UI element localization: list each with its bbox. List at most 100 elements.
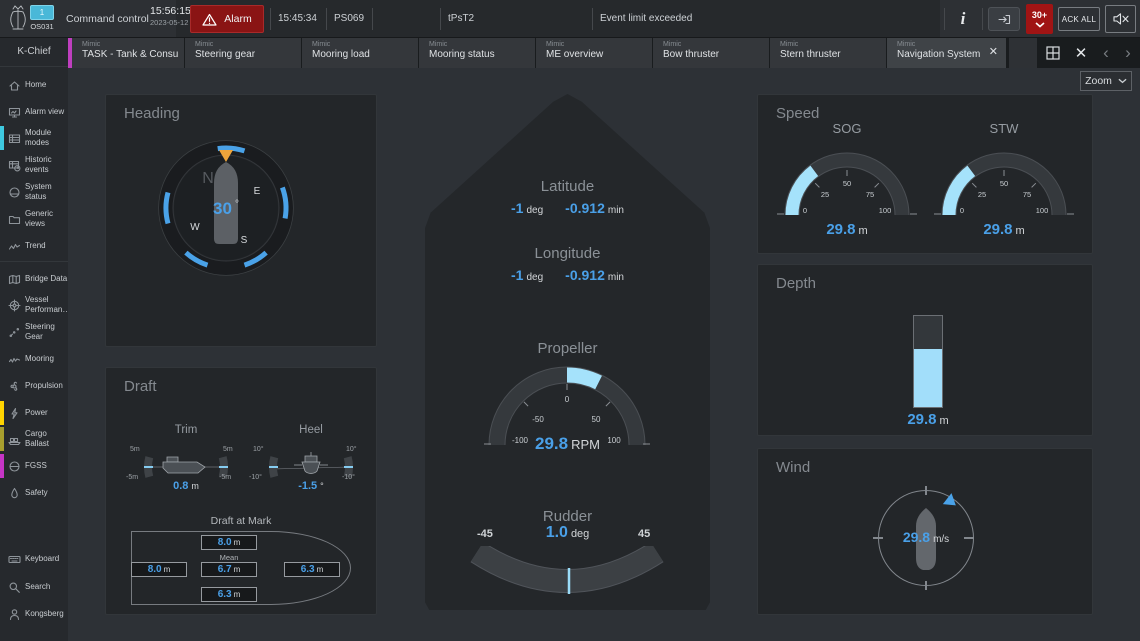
own-ship-panel: Latitude -1deg -0.912min Longitude -1deg…	[425, 94, 710, 610]
active-accent-bar	[0, 454, 4, 478]
rudder-value: 1.0 deg	[425, 524, 710, 542]
svg-text:100: 100	[879, 206, 892, 215]
tabs-next-button[interactable]: ›	[1118, 38, 1138, 68]
table-clock-icon	[8, 159, 21, 172]
unacknowledged-alarms-button[interactable]: 30+	[1026, 4, 1053, 34]
tab-accent-bar	[68, 38, 72, 68]
tab-close-icon[interactable]: ✕	[989, 46, 998, 59]
svg-text:50: 50	[592, 415, 601, 424]
tab-stern-thruster[interactable]: Mimic Stern thruster	[770, 38, 886, 68]
sign-in-button[interactable]	[988, 7, 1020, 31]
svg-text:0: 0	[803, 206, 807, 215]
sidebar-item-bridge-data[interactable]: Bridge Data	[0, 266, 68, 292]
active-accent-bar	[0, 401, 4, 425]
propeller-icon	[8, 380, 21, 393]
sidebar-item-generic-views[interactable]: Generic views	[0, 206, 68, 232]
svg-text:75: 75	[866, 190, 874, 199]
layout-grid-button[interactable]	[1040, 38, 1066, 68]
sidebar-item-alarm-view[interactable]: Alarm view	[0, 99, 68, 125]
sog-gauge: 0 25 50 75 100	[772, 137, 922, 229]
depth-fill	[914, 349, 942, 407]
sidebar-item-trend[interactable]: Trend	[0, 233, 68, 259]
zoom-dropdown[interactable]: Zoom	[1080, 71, 1132, 91]
sidebar-item-kongsberg[interactable]: Kongsberg	[0, 601, 68, 627]
propeller-value: 29.8 RPM	[425, 434, 710, 454]
sidebar-item-cargo-ballast[interactable]: Cargo Ballast	[0, 426, 68, 452]
alarm-time: 15:45:34	[278, 0, 317, 37]
grid-icon	[1046, 46, 1060, 60]
flame-icon	[8, 487, 21, 500]
chevron-down-icon	[1035, 22, 1045, 28]
wind-title: Wind	[776, 459, 810, 476]
sidebar-item-mooring[interactable]: Mooring	[0, 346, 68, 372]
stw-gauge: 0 25 50 75 100	[929, 137, 1079, 229]
sidebar-item-propulsion[interactable]: Propulsion	[0, 373, 68, 399]
svg-text:75: 75	[1023, 190, 1031, 199]
station-id: OS031	[24, 22, 60, 31]
map-icon	[8, 273, 21, 286]
tab-bow-thruster[interactable]: Mimic Bow thruster	[653, 38, 769, 68]
propeller-label: Propeller	[425, 340, 710, 357]
control-mode-label: Command control	[66, 0, 149, 37]
info-button[interactable]: i	[950, 6, 976, 31]
sidebar-item-fgss[interactable]: FGSS	[0, 453, 68, 479]
event-status-text: Event limit exceeded	[600, 0, 692, 37]
tab-navigation-system[interactable]: Mimic Navigation System ✕	[887, 38, 1006, 68]
blank-tab-button[interactable]	[1009, 38, 1037, 68]
table-icon	[8, 132, 21, 145]
alarm-button[interactable]: Alarm	[190, 5, 264, 33]
alarm-triangle-icon	[202, 13, 217, 26]
sidebar-item-search[interactable]: Search	[0, 574, 68, 600]
depth-panel: Depth 29.8 m	[757, 264, 1093, 436]
sidebar-item-home[interactable]: Home	[0, 72, 68, 98]
station-number-badge[interactable]: 1	[30, 5, 54, 20]
draft-mark-top: 8.0m	[201, 535, 257, 550]
heading-value: 30 °	[131, 199, 321, 219]
sidebar-item-steering-gear[interactable]: Steering Gear	[0, 319, 68, 345]
latitude-value: -1deg -0.912min	[425, 200, 710, 216]
speaker-muted-icon	[1112, 12, 1130, 26]
trim-label: Trim	[131, 424, 241, 436]
sidebar-item-module-modes[interactable]: Module modes	[0, 125, 68, 151]
sidebar-item-historic-events[interactable]: Historic events	[0, 152, 68, 178]
ack-all-button[interactable]: ACK ALL	[1058, 7, 1100, 31]
svg-text:50: 50	[843, 179, 851, 188]
sidebar-item-power[interactable]: Power	[0, 400, 68, 426]
lightning-icon	[8, 407, 21, 420]
longitude-label: Longitude	[425, 245, 710, 262]
sidebar-item-safety[interactable]: Safety	[0, 480, 68, 506]
keyboard-icon	[8, 553, 21, 566]
heel-label: Heel	[256, 424, 366, 436]
speed-title: Speed	[776, 105, 819, 122]
sog-label: SOG	[772, 121, 922, 136]
alarm-source: tPsT2	[448, 0, 474, 37]
sidebar-item-keyboard[interactable]: Keyboard	[0, 546, 68, 572]
tab-mooring-load[interactable]: Mimic Mooring load	[302, 38, 418, 68]
mimic-tab-bar: Mimic TASK - Tank & Consumers Mimic Stee…	[0, 38, 1140, 68]
cardinal-e: E	[254, 186, 261, 197]
sign-in-icon	[997, 14, 1011, 25]
mute-button[interactable]	[1105, 5, 1136, 33]
tabs-prev-button[interactable]: ‹	[1096, 38, 1116, 68]
active-accent-bar	[0, 427, 4, 451]
tab-mooring-status[interactable]: Mimic Mooring status	[419, 38, 535, 68]
tab-steering-gear[interactable]: Mimic Steering gear	[185, 38, 301, 68]
depth-value: 29.8 m	[878, 411, 978, 428]
draft-mark-bottom: 6.3m	[201, 587, 257, 602]
tab-me-overview[interactable]: Mimic ME overview	[536, 38, 652, 68]
wind-panel: Wind 29.8 m/s	[757, 448, 1093, 615]
sidebar-item-vessel-performance[interactable]: Vessel Performan…	[0, 292, 68, 318]
sog-value: 29.8 m	[772, 221, 922, 238]
folder-icon	[8, 213, 21, 226]
rudder-label: Rudder	[425, 508, 710, 525]
mean-label: Mean	[201, 553, 257, 562]
draft-mark-fore: 6.3m	[284, 562, 340, 577]
tab-task-tank-consumers[interactable]: Mimic TASK - Tank & Consumers	[68, 38, 184, 68]
close-all-button[interactable]: ✕	[1068, 38, 1094, 68]
cardinal-w: W	[190, 222, 200, 233]
top-status-bar: 1 OS031 Command control 15:56:15 2023-05…	[0, 0, 1140, 38]
svg-text:25: 25	[978, 190, 986, 199]
sidebar-item-system-status[interactable]: System status	[0, 179, 68, 205]
unack-count: 30+	[1032, 10, 1047, 20]
heading-panel: Heading N E S W 30 °	[105, 94, 377, 347]
